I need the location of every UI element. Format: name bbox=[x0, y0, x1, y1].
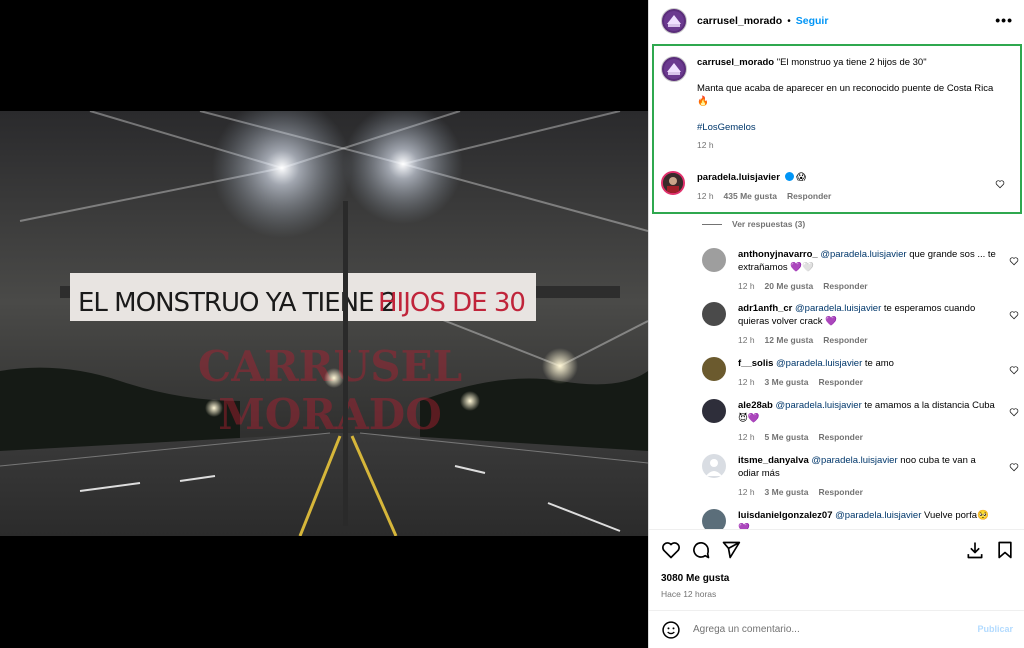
reply-username[interactable]: f__solis bbox=[738, 358, 773, 369]
replies-divider bbox=[702, 223, 722, 225]
reply-username[interactable]: itsme_danyalva bbox=[738, 455, 809, 466]
caption-author-avatar[interactable] bbox=[661, 56, 687, 82]
reply-button[interactable]: Responder bbox=[818, 486, 862, 499]
reply-button[interactable]: Responder bbox=[787, 190, 831, 203]
watermark-line2: MORADO bbox=[218, 390, 442, 439]
post-caption: carrusel_morado "El monstruo ya tiene 2 … bbox=[661, 56, 1011, 152]
comment-emoji: 😱 bbox=[796, 172, 807, 183]
more-options-icon[interactable]: ••• bbox=[995, 12, 1013, 28]
comment-composer: Publicar bbox=[649, 610, 1024, 648]
view-replies-button[interactable]: Ver respuestas (3) bbox=[702, 219, 805, 229]
post-side-panel: carrusel_morado • Seguir ••• carrusel_mo… bbox=[648, 0, 1024, 648]
post-action-bar bbox=[649, 529, 1024, 571]
comment-pinned: paradela.luisjavier 😱 12 h 435 Me gusta … bbox=[661, 171, 1011, 203]
caption-username[interactable]: carrusel_morado bbox=[697, 57, 774, 68]
reply-button[interactable]: Responder bbox=[818, 431, 862, 444]
like-comment-icon[interactable] bbox=[995, 179, 1005, 189]
post-photo[interactable]: EL MONSTRUO YA TIENE 2 HIJOS DE 30 CARRU… bbox=[0, 111, 648, 536]
reply-likes[interactable]: 3 Me gusta bbox=[765, 376, 809, 389]
caption-title: "El monstruo ya tiene 2 hijos de 30" bbox=[776, 57, 927, 68]
like-reply-icon[interactable] bbox=[1009, 407, 1019, 417]
comment-likes[interactable]: 435 Me gusta bbox=[724, 190, 777, 203]
commenter-avatar[interactable] bbox=[661, 171, 685, 195]
banner-text-black: EL MONSTRUO YA TIENE 2 bbox=[78, 288, 396, 318]
reply-avatar[interactable] bbox=[702, 302, 726, 326]
comment-icon[interactable] bbox=[691, 540, 711, 560]
caption-body: Manta que acaba de aparecer en un recono… bbox=[697, 83, 994, 107]
reply-likes[interactable]: 3 Me gusta bbox=[765, 486, 809, 499]
reply-likes[interactable]: 5 Me gusta bbox=[765, 431, 809, 444]
reply-likes[interactable]: 12 Me gusta bbox=[765, 334, 814, 347]
reply-time: 12 h bbox=[738, 487, 755, 497]
reply-item: anthonyjnavarro_ @paradela.luisjavier qu… bbox=[702, 248, 1019, 293]
reply-time: 12 h bbox=[738, 281, 755, 291]
reply-time: 12 h bbox=[738, 377, 755, 387]
reply-time: 12 h bbox=[738, 335, 755, 345]
save-bookmark-icon[interactable] bbox=[995, 540, 1015, 560]
reply-likes[interactable]: 20 Me gusta bbox=[765, 280, 814, 293]
reply-item: ale28ab @paradela.luisjavier te amamos a… bbox=[702, 399, 1019, 444]
reply-item: itsme_danyalva @paradela.luisjavier noo … bbox=[702, 454, 1019, 499]
reply-avatar[interactable] bbox=[702, 357, 726, 381]
like-reply-icon[interactable] bbox=[1009, 462, 1019, 472]
comment-input[interactable] bbox=[693, 624, 963, 635]
like-reply-icon[interactable] bbox=[1009, 256, 1019, 266]
post-timestamp: Hace 12 horas bbox=[661, 589, 717, 599]
reply-avatar[interactable] bbox=[702, 509, 726, 529]
author-username[interactable]: carrusel_morado bbox=[697, 15, 782, 27]
author-avatar[interactable] bbox=[661, 8, 687, 34]
publish-button[interactable]: Publicar bbox=[977, 624, 1013, 634]
reply-mention[interactable]: @paradela.luisjavier bbox=[776, 400, 862, 411]
reply-button[interactable]: Responder bbox=[823, 334, 867, 347]
reply-mention[interactable]: @paradela.luisjavier bbox=[811, 455, 897, 466]
reply-time: 12 h bbox=[738, 432, 755, 442]
separator-dot: • bbox=[787, 15, 791, 27]
reply-button[interactable]: Responder bbox=[818, 376, 862, 389]
reply-mention[interactable]: @paradela.luisjavier bbox=[776, 358, 862, 369]
post-likes-count[interactable]: 3080 Me gusta bbox=[661, 573, 729, 584]
reply-avatar-default[interactable] bbox=[702, 454, 726, 478]
post-media: EL MONSTRUO YA TIENE 2 HIJOS DE 30 CARRU… bbox=[0, 0, 648, 648]
caption-time: 12 h bbox=[697, 140, 714, 150]
view-replies-label: Ver respuestas (3) bbox=[732, 219, 806, 229]
reply-mention[interactable]: @paradela.luisjavier bbox=[795, 303, 881, 314]
reply-mention[interactable]: @paradela.luisjavier bbox=[835, 510, 921, 521]
comment-username[interactable]: paradela.luisjavier bbox=[697, 172, 780, 183]
caption-hashtag[interactable]: #LosGemelos bbox=[697, 121, 997, 134]
reply-avatar[interactable] bbox=[702, 248, 726, 272]
like-reply-icon[interactable] bbox=[1009, 365, 1019, 375]
banner-text-red: HIJOS DE 30 bbox=[378, 288, 525, 318]
instagram-post-window: EL MONSTRUO YA TIENE 2 HIJOS DE 30 CARRU… bbox=[0, 0, 1024, 648]
reply-item: adr1anfh_cr @paradela.luisjavier te espe… bbox=[702, 302, 1019, 347]
post-header: carrusel_morado • Seguir ••• bbox=[649, 0, 1024, 42]
comment-time: 12 h bbox=[697, 191, 714, 201]
reply-text: te amo bbox=[862, 358, 894, 369]
like-icon[interactable] bbox=[661, 540, 681, 560]
reply-avatar[interactable] bbox=[702, 399, 726, 423]
reply-item: f__solis @paradela.luisjavier te amo 12 … bbox=[702, 357, 1019, 389]
share-icon[interactable] bbox=[721, 540, 741, 560]
reply-username[interactable]: adr1anfh_cr bbox=[738, 303, 792, 314]
emoji-icon[interactable] bbox=[661, 620, 681, 640]
reply-item-partial: luisdanielgonzalez07 @paradela.luisjavie… bbox=[702, 509, 1019, 529]
like-reply-icon[interactable] bbox=[1009, 310, 1019, 320]
reply-username[interactable]: luisdanielgonzalez07 bbox=[738, 510, 833, 521]
reply-username[interactable]: anthonyjnavarro_ bbox=[738, 249, 818, 260]
reply-button[interactable]: Responder bbox=[823, 280, 867, 293]
download-icon[interactable] bbox=[965, 540, 985, 560]
reply-username[interactable]: ale28ab bbox=[738, 400, 773, 411]
follow-button[interactable]: Seguir bbox=[796, 15, 829, 27]
verified-icon bbox=[784, 172, 794, 181]
reply-mention[interactable]: @paradela.luisjavier bbox=[820, 249, 906, 260]
